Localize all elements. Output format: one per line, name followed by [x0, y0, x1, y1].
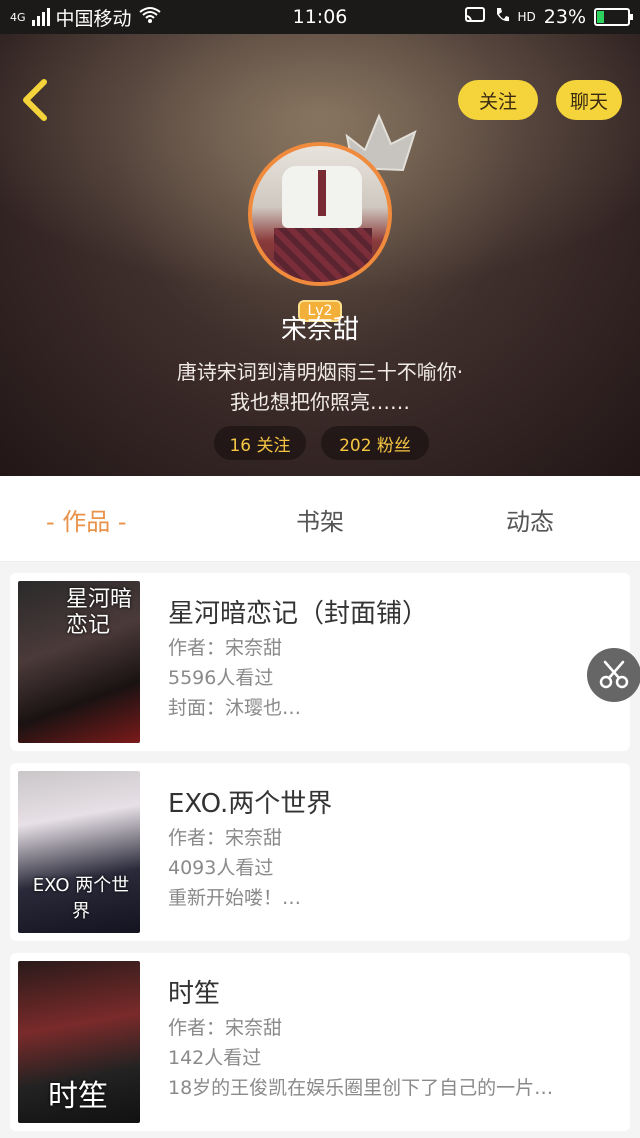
book-views: 142人看过 — [168, 1047, 262, 1069]
cover-title: 时笙 — [48, 1079, 108, 1114]
profile-header: 关注 聊天 Lv2 宋奈甜 唐诗宋词到清明烟雨三十不喻你· 我也想把你照亮…… … — [0, 34, 640, 476]
list-item[interactable]: EXO 两个世界 EXO.两个世界 作者：宋奈甜 4093人看过 重新开始喽！… — [10, 763, 630, 941]
network-type: 4G — [10, 10, 26, 24]
bio-line-1: 唐诗宋词到清明烟雨三十不喻你· — [176, 360, 464, 384]
follow-button[interactable]: 关注 — [458, 80, 538, 120]
book-author: 作者：宋奈甜 — [168, 1017, 283, 1039]
username: 宋奈甜 — [280, 315, 359, 345]
list-item[interactable]: 星河暗恋记 星河暗恋记（封面铺） 作者：宋奈甜 5596人看过 封面：沐璎也… — [10, 573, 630, 751]
book-title: 星河暗恋记（封面铺） — [168, 599, 429, 629]
chat-button[interactable]: 聊天 — [556, 80, 622, 120]
status-bar: 4G 中国移动 11:06 HD 23% — [0, 0, 640, 34]
cover-title: 星河暗恋记 — [66, 587, 133, 638]
avatar[interactable] — [248, 142, 392, 286]
back-button[interactable] — [16, 78, 56, 122]
tab-bookshelf[interactable]: 书架 — [296, 502, 344, 537]
book-author: 作者：宋奈甜 — [168, 827, 283, 849]
book-views: 4093人看过 — [168, 857, 274, 879]
cover-title: EXO 两个世界 — [32, 875, 130, 922]
book-cover: 星河暗恋记 — [18, 581, 140, 743]
tab-feed[interactable]: 动态 — [506, 502, 554, 537]
bio-line-2: 我也想把你照亮…… — [230, 390, 410, 414]
book-desc: 重新开始喽！… — [168, 887, 302, 909]
volte-icon — [494, 6, 510, 29]
tab-works[interactable]: - 作品 - — [46, 502, 127, 537]
book-title: EXO.两个世界 — [168, 789, 333, 819]
book-title: 时笙 — [168, 979, 221, 1009]
clock: 11:06 — [292, 6, 348, 28]
signal-icon — [31, 8, 50, 26]
profile-tabs: - 作品 - 书架 动态 — [0, 476, 640, 562]
book-cover: EXO 两个世界 — [18, 771, 140, 933]
book-cover: 时笙 — [18, 961, 140, 1123]
hd-label: HD — [517, 10, 536, 24]
screenshot-fab[interactable] — [587, 648, 640, 702]
cast-icon — [464, 6, 486, 29]
book-desc: 18岁的王俊凯在娱乐圈里创下了自己的一片… — [168, 1077, 554, 1099]
book-views: 5596人看过 — [168, 667, 274, 689]
book-author: 作者：宋奈甜 — [168, 637, 283, 659]
following-count[interactable]: 16 关注 — [214, 426, 306, 460]
battery-percent: 23% — [543, 6, 586, 28]
wifi-icon — [138, 6, 162, 29]
scissors-icon — [599, 660, 629, 689]
chevron-left-icon — [23, 79, 47, 121]
list-item[interactable]: 时笙 时笙 作者：宋奈甜 142人看过 18岁的王俊凯在娱乐圈里创下了自己的一片… — [10, 953, 630, 1131]
carrier-name: 中国移动 — [55, 7, 132, 30]
battery-icon — [594, 8, 633, 26]
fans-count[interactable]: 202 粉丝 — [321, 426, 429, 460]
book-desc: 封面：沐璎也… — [168, 697, 302, 719]
